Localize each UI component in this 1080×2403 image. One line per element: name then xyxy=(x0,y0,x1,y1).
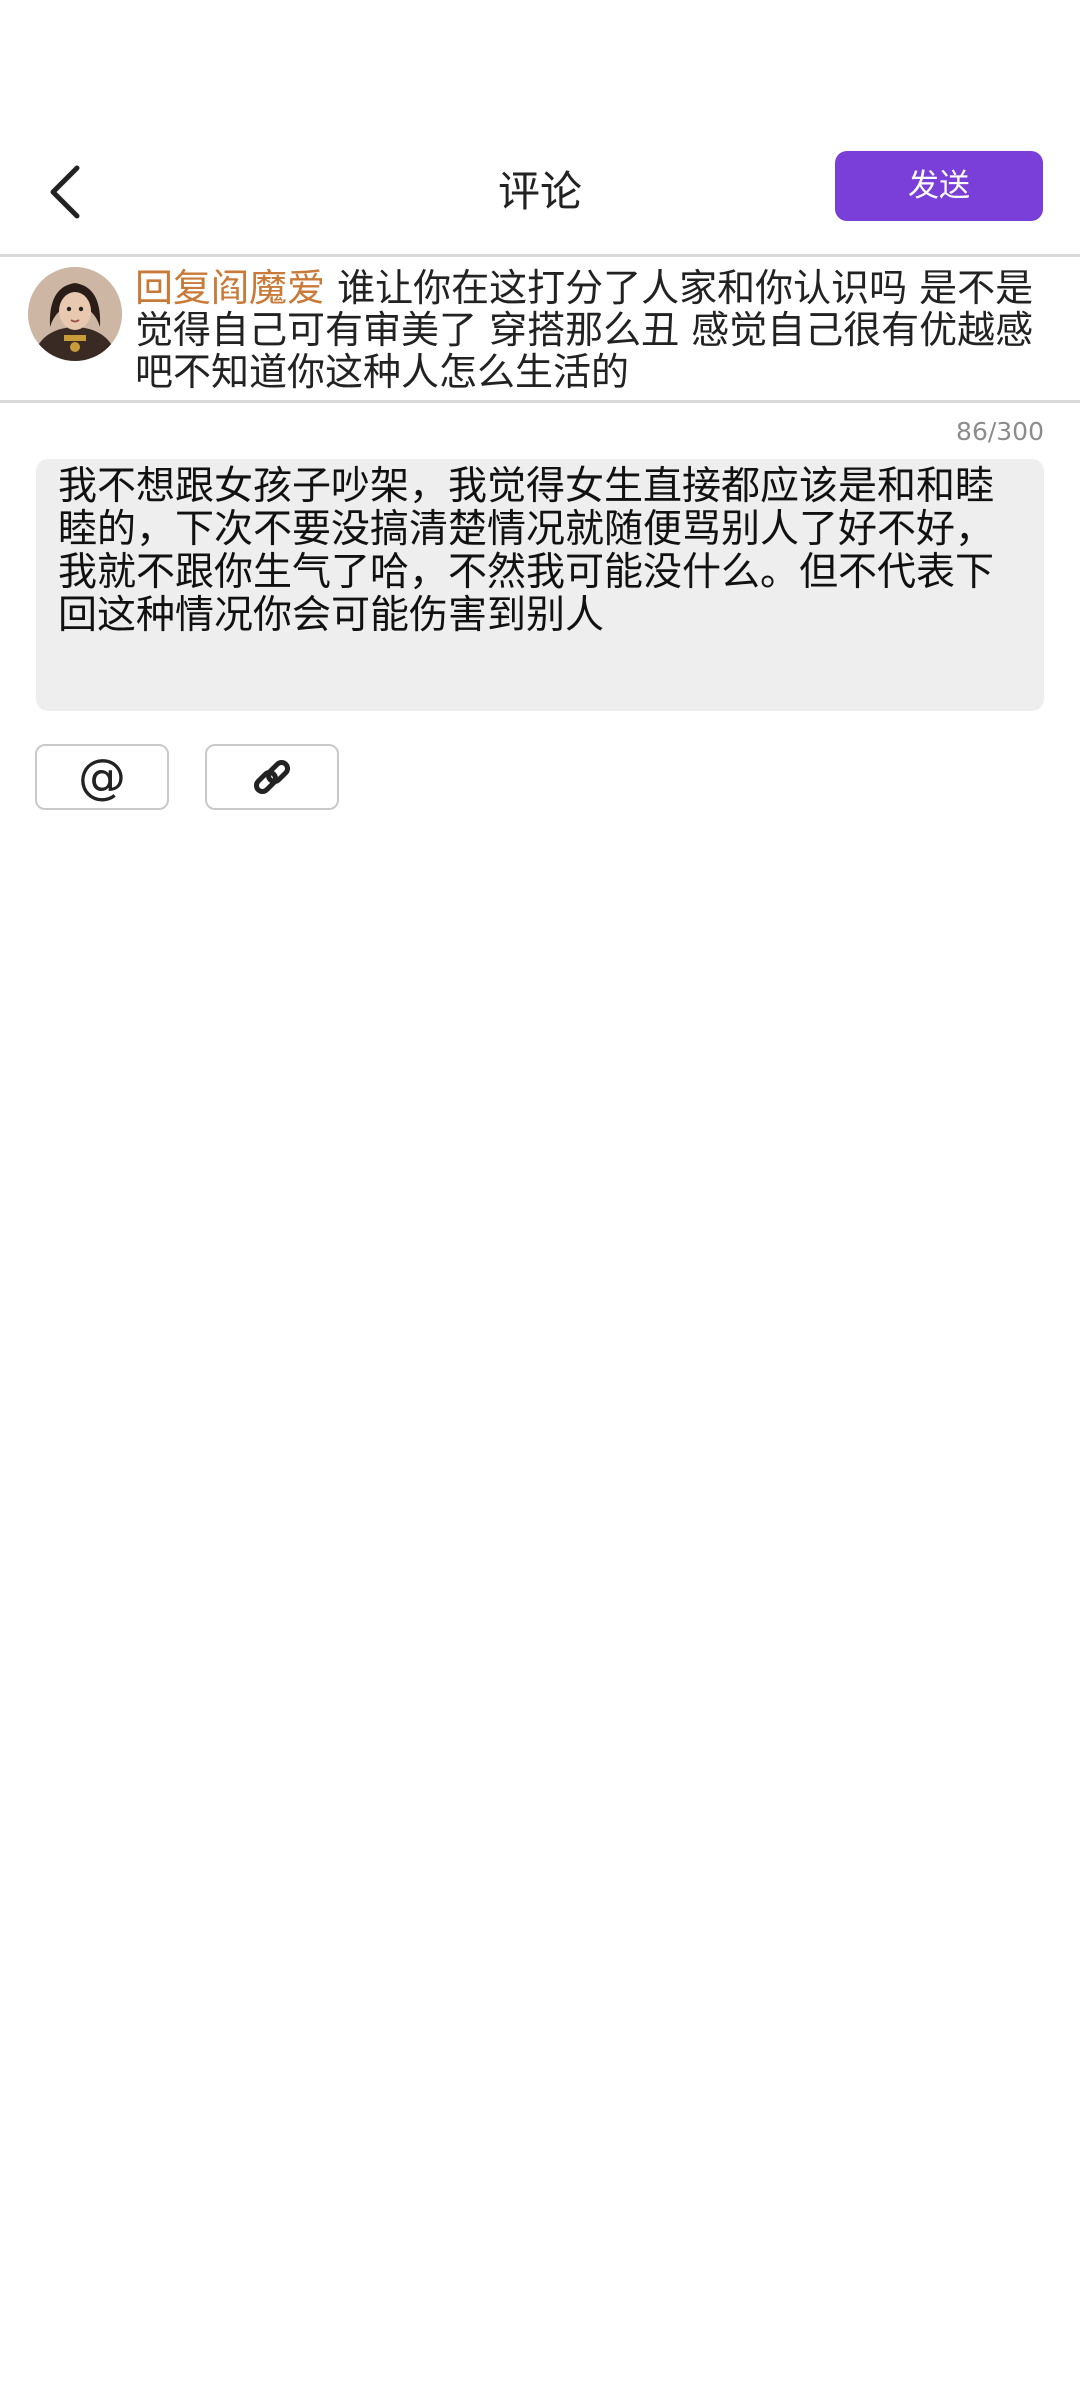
link-icon xyxy=(253,759,291,795)
toolbar: @ xyxy=(0,711,1080,831)
at-icon: @ xyxy=(78,749,126,805)
mention-button[interactable]: @ xyxy=(35,744,169,810)
send-button[interactable]: 发送 xyxy=(835,151,1043,221)
header: 评论 发送 xyxy=(0,130,1080,254)
reply-quote: 回复阎魔爱 谁让你在这打分了人家和你认识吗 是不是觉得自己可有审美了 穿搭那么丑… xyxy=(0,257,1080,400)
reply-quote-text: 回复阎魔爱 谁让你在这打分了人家和你认识吗 是不是觉得自己可有审美了 穿搭那么丑… xyxy=(135,267,1043,393)
link-button[interactable] xyxy=(205,744,339,810)
avatar[interactable] xyxy=(28,267,122,361)
char-counter: 86/300 xyxy=(956,417,1044,446)
comment-input[interactable]: 我不想跟女孩子吵架，我觉得女生直接都应该是和和睦睦的，下次不要没搞清楚情况就随便… xyxy=(36,459,1044,711)
avatar-image xyxy=(28,267,122,361)
divider xyxy=(0,400,1080,403)
status-bar xyxy=(0,0,1080,130)
reply-target-name[interactable]: 回复阎魔爱 xyxy=(135,266,325,310)
